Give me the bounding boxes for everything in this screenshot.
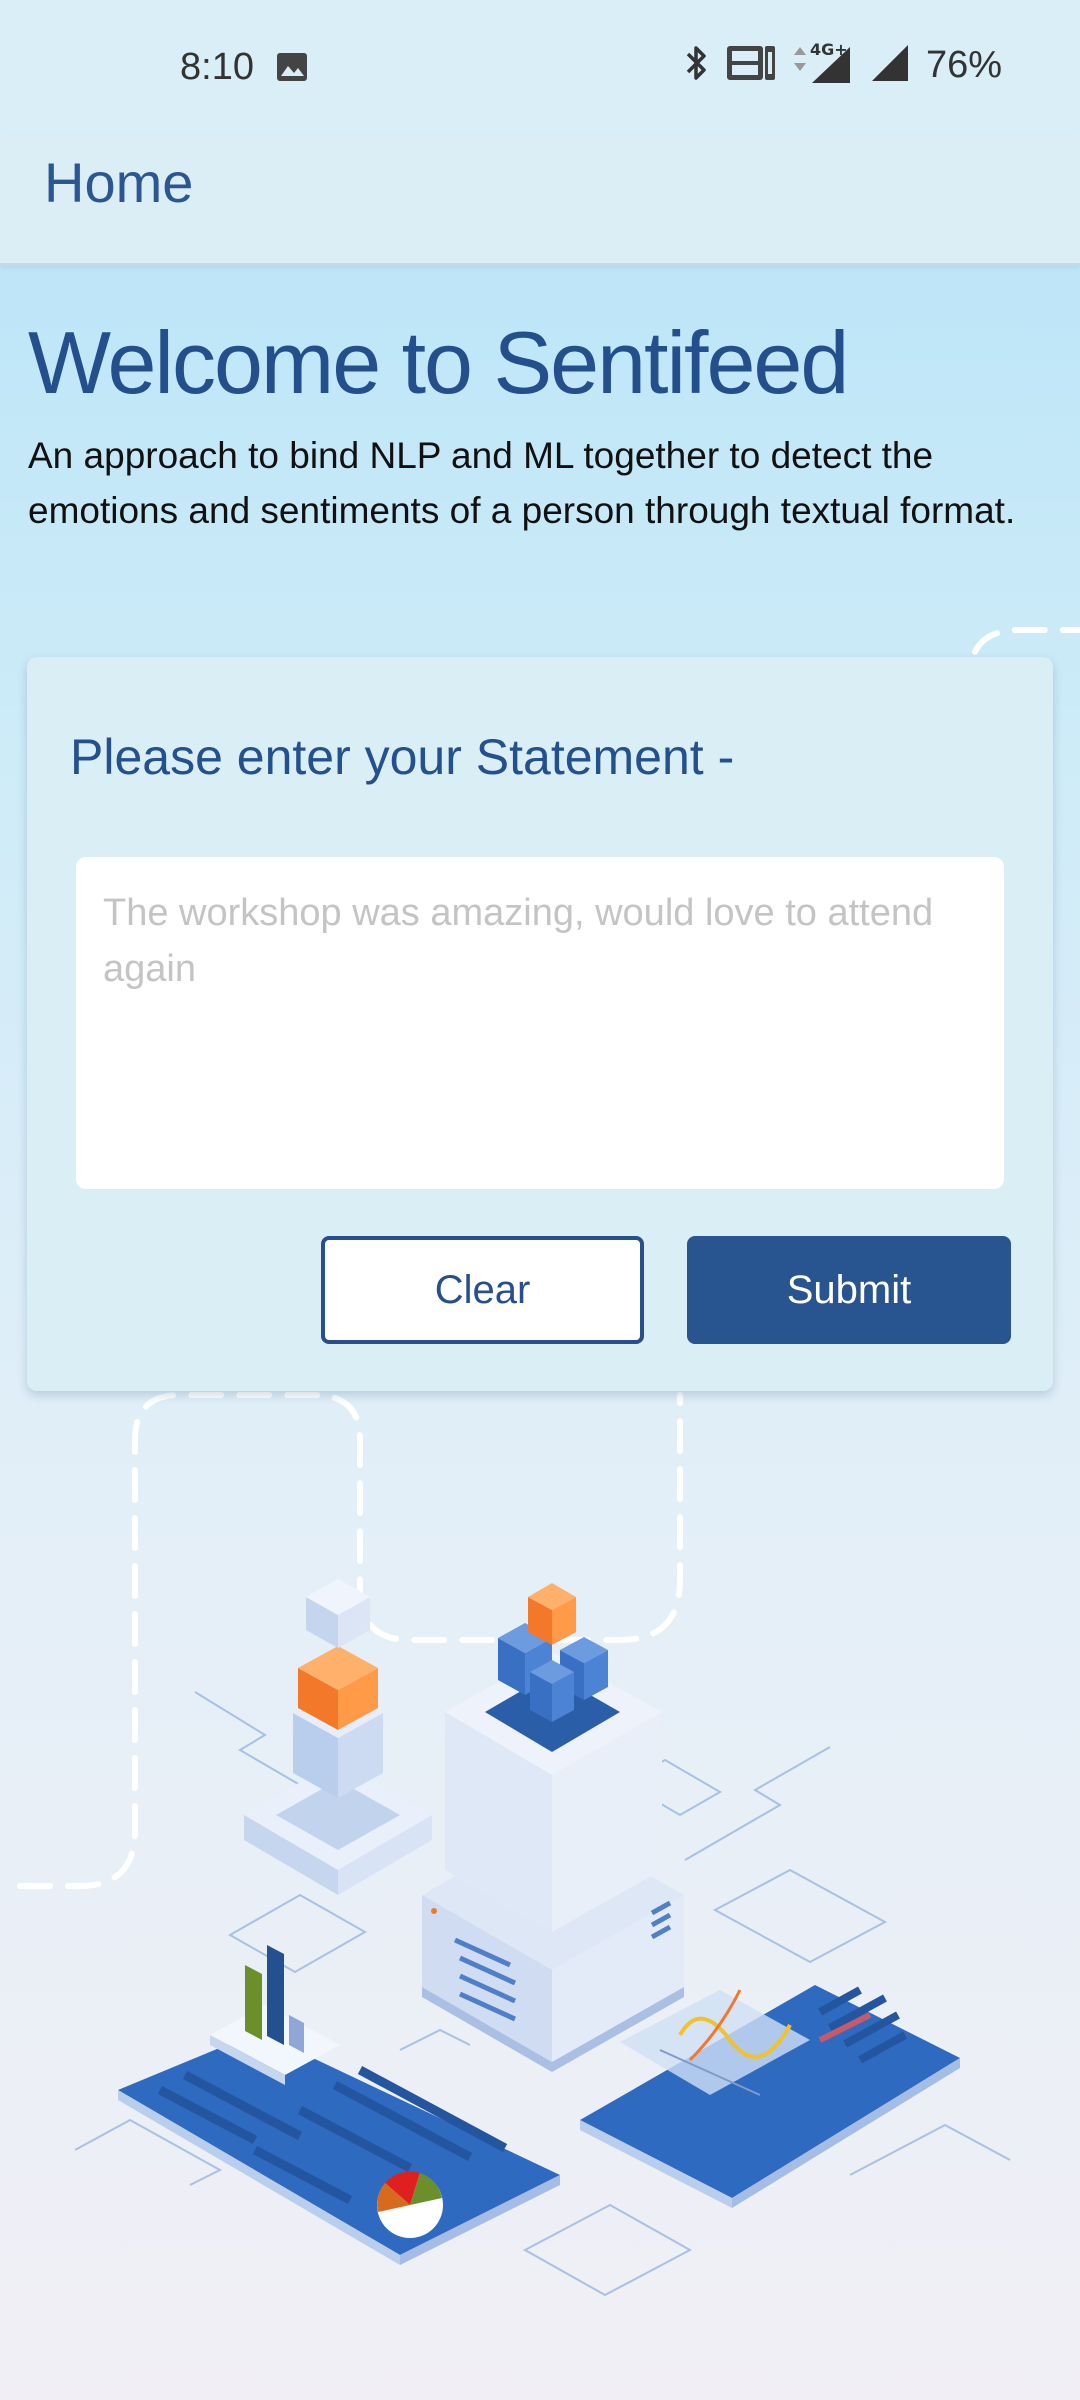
- volte-icon: [726, 44, 776, 87]
- submit-button[interactable]: Submit: [687, 1236, 1011, 1344]
- status-time: 8:10: [180, 46, 254, 88]
- app-description: An approach to bind NLP and ML together …: [28, 435, 1016, 531]
- svg-text:4G+: 4G+: [810, 41, 848, 59]
- statement-prompt: Please enter your Statement -: [70, 729, 735, 785]
- statement-input[interactable]: [76, 857, 1004, 1189]
- welcome-heading: Welcome to Sentifeed: [28, 313, 849, 412]
- signal-icon: [870, 43, 910, 88]
- bluetooth-icon: [682, 43, 710, 88]
- status-icons: 4G+ 76%: [682, 40, 1002, 88]
- clear-button[interactable]: Clear: [321, 1236, 644, 1344]
- block-tower-illustration: [244, 1579, 432, 1895]
- gallery-icon: [276, 52, 308, 87]
- 4g-icon: 4G+: [792, 40, 854, 90]
- battery-percentage: 76%: [925, 43, 1002, 86]
- status-bar: 8:10 4G+ 76%: [0, 0, 1080, 135]
- app-bar-title: Home: [44, 151, 194, 214]
- server-illustration: [422, 1583, 684, 2072]
